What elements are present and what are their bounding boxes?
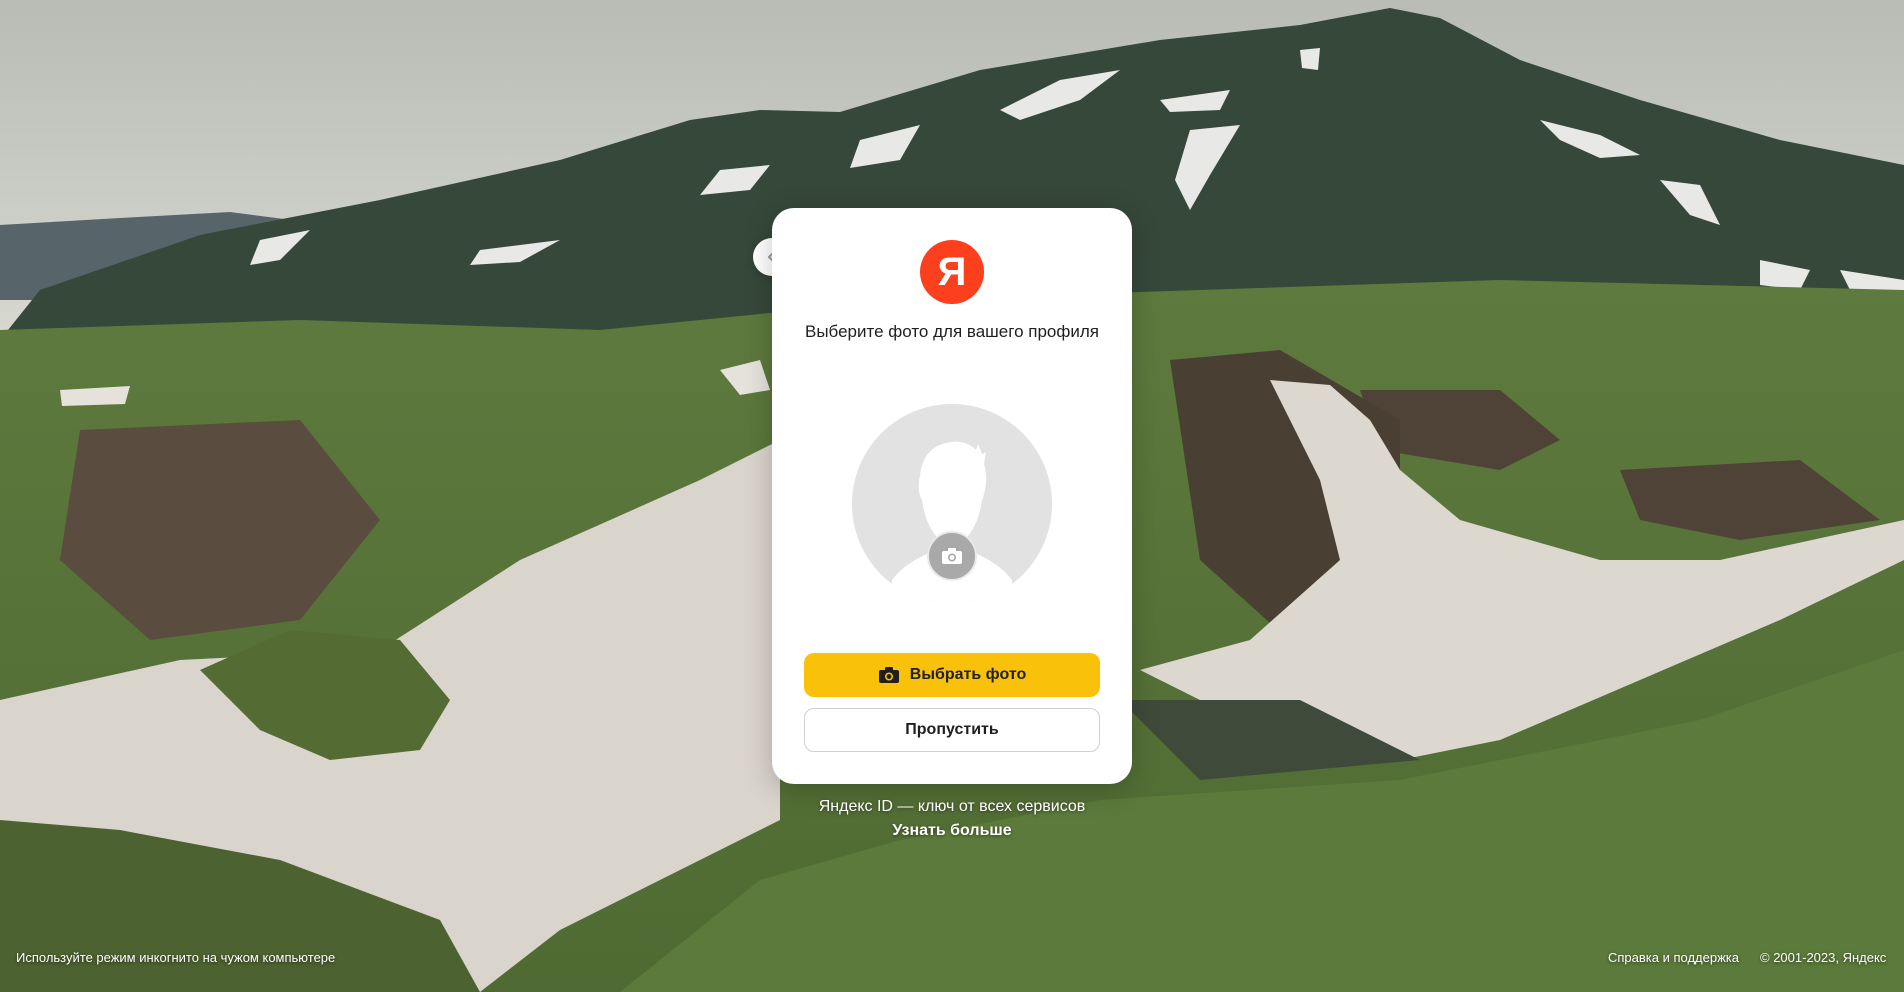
- skip-label: Пропустить: [905, 721, 999, 738]
- camera-icon: [878, 666, 900, 684]
- help-link[interactable]: Справка и поддержка: [1608, 950, 1739, 965]
- yandex-logo-letter: Я: [937, 250, 967, 294]
- incognito-hint: Используйте режим инкогнито на чужом ком…: [16, 950, 336, 965]
- card-title: Выберите фото для вашего профиля: [804, 322, 1099, 341]
- yandex-logo: Я: [920, 240, 984, 304]
- page: Я Выберите фото для вашего профиля Выбра…: [0, 0, 1904, 992]
- camera-icon: [942, 548, 962, 564]
- copyright: © 2001-2023, Яндекс: [1760, 950, 1887, 965]
- learn-more-link[interactable]: Узнать больше: [772, 822, 1132, 840]
- yandex-id-tagline: Яндекс ID — ключ от всех сервисов: [818, 798, 1086, 815]
- change-avatar-camera-badge[interactable]: [927, 531, 977, 581]
- choose-photo-button[interactable]: Выбрать фото: [804, 653, 1100, 697]
- profile-photo-card: Я Выберите фото для вашего профиля Выбра…: [772, 208, 1132, 784]
- skip-button[interactable]: Пропустить: [804, 708, 1100, 752]
- choose-photo-label: Выбрать фото: [909, 666, 1027, 683]
